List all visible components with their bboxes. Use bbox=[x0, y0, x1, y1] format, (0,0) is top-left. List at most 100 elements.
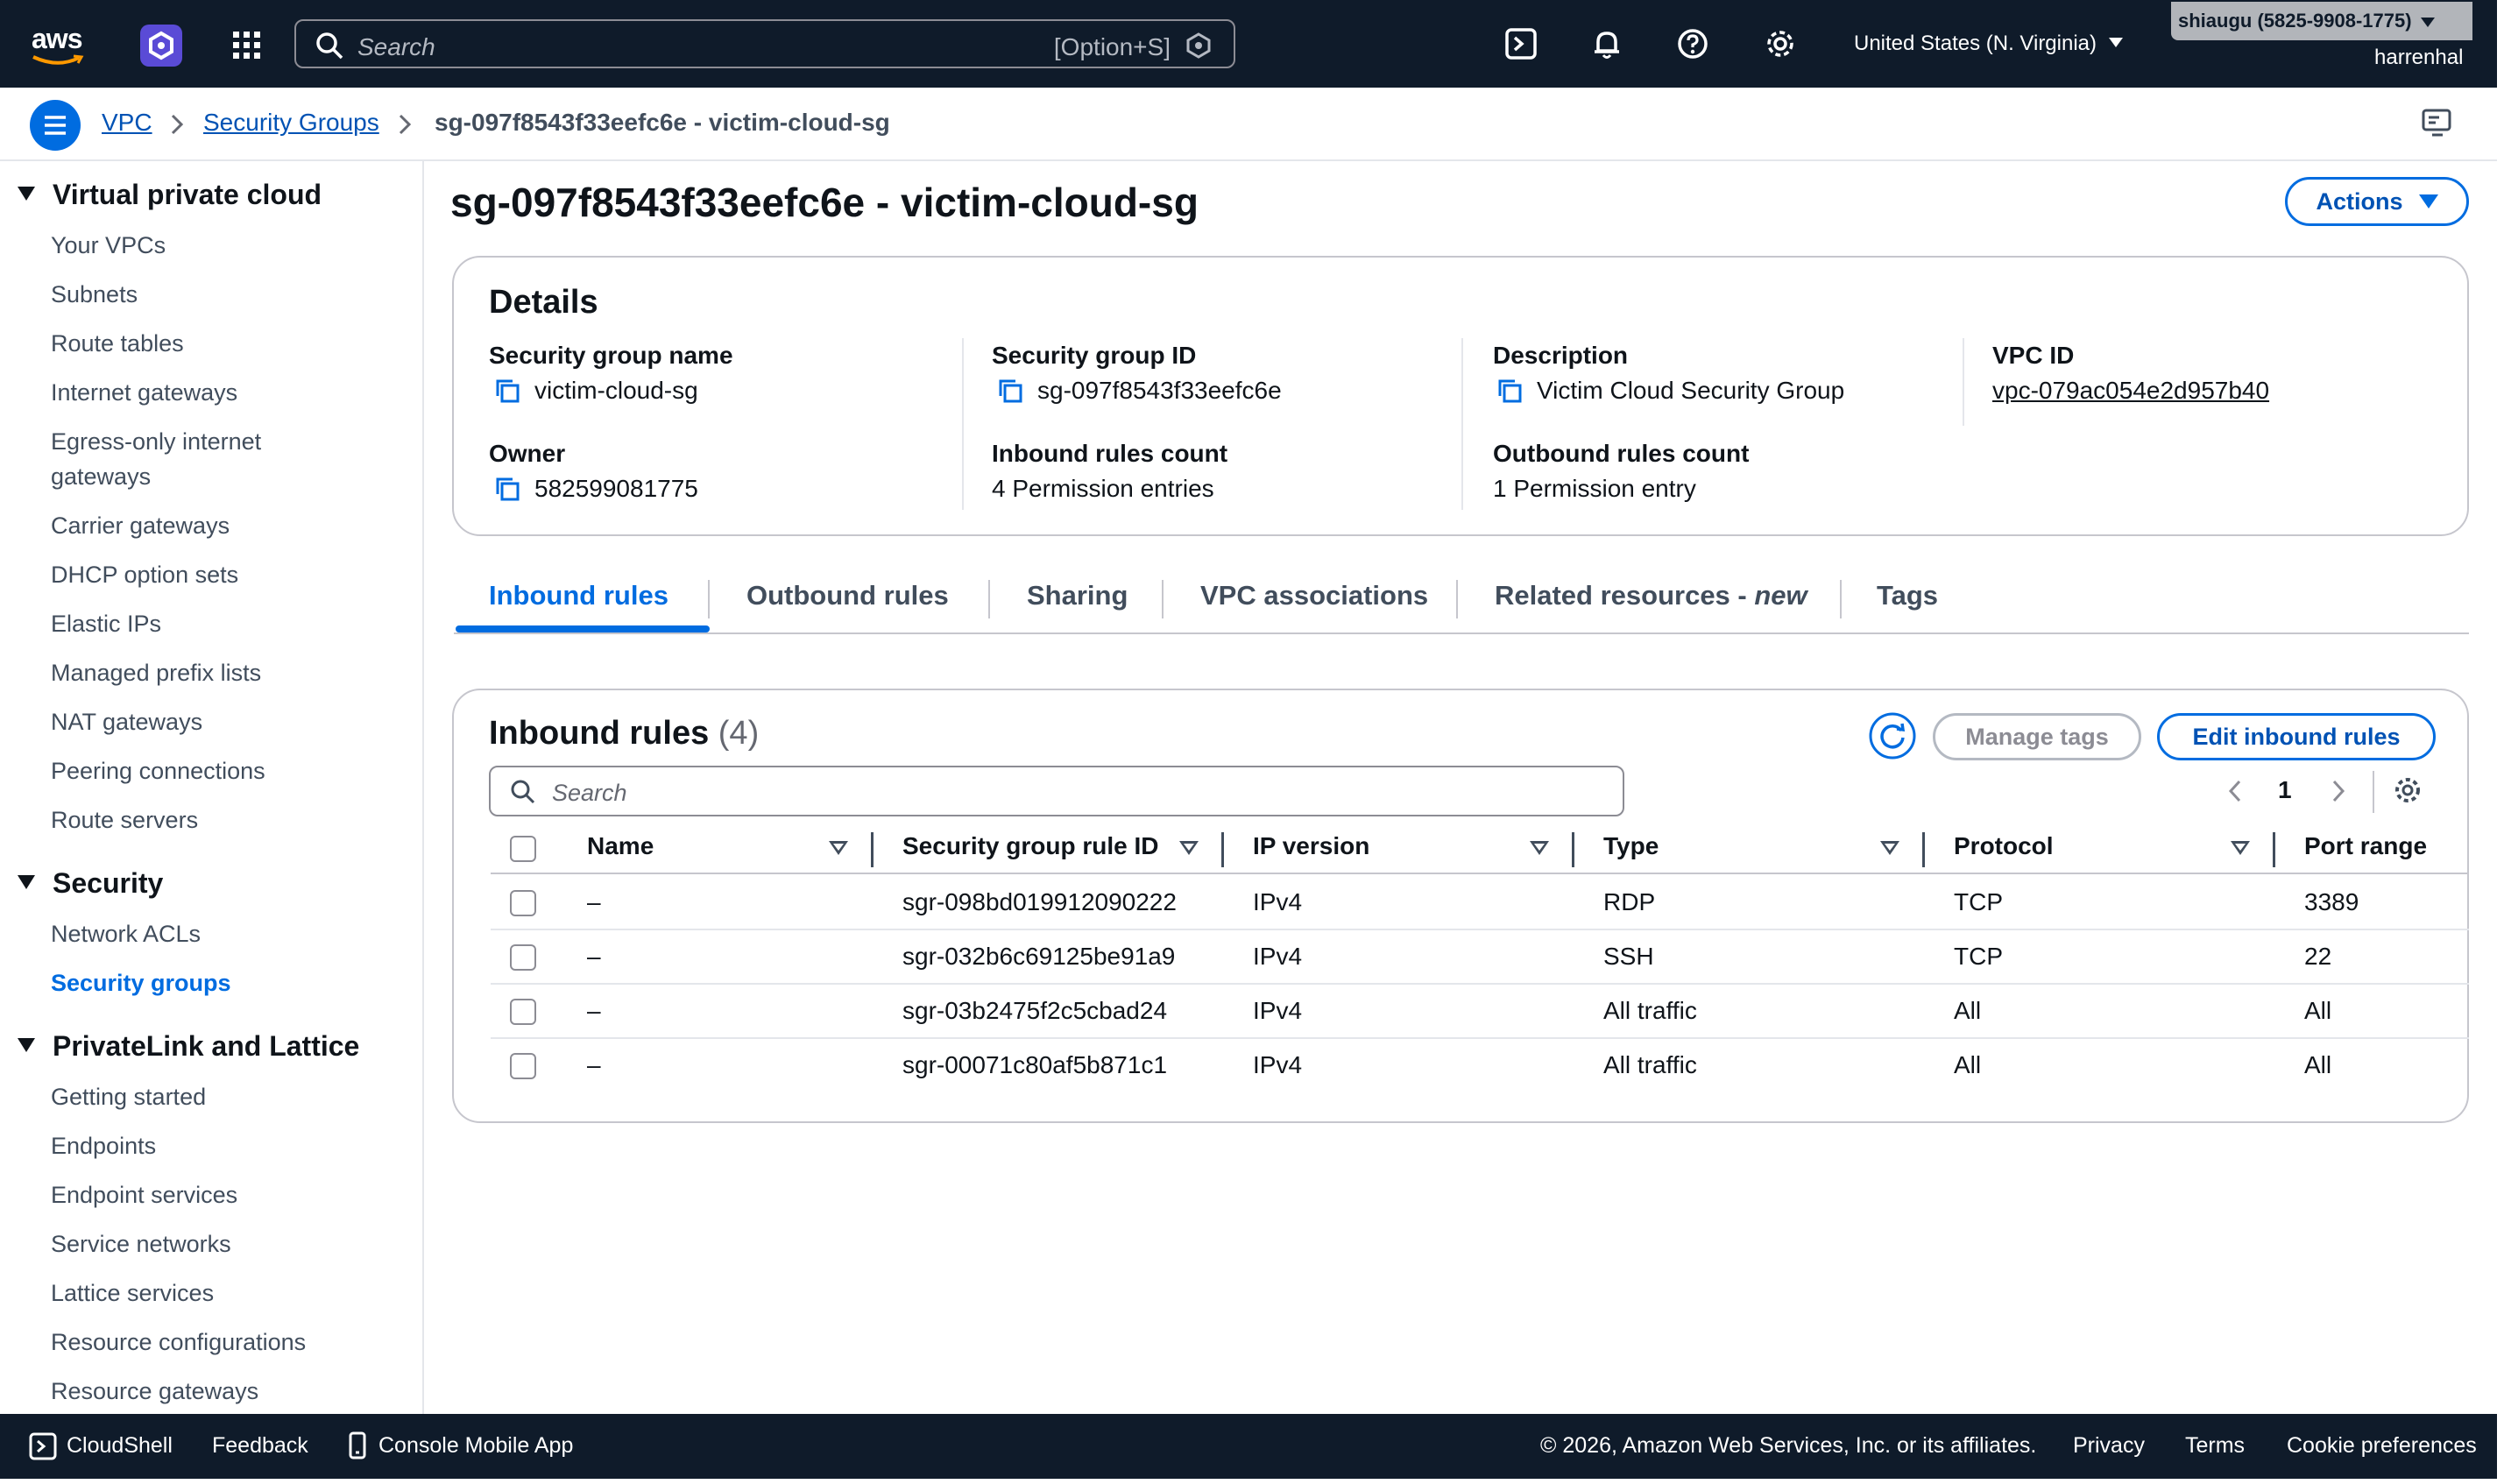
sidebar-item-resource-configurations[interactable]: Resource configurations bbox=[51, 1325, 306, 1360]
account-label: shiaugu (5825-9908-1775) bbox=[2178, 10, 2412, 32]
sidebar-item-dhcp-option-sets[interactable]: DHCP option sets bbox=[51, 557, 238, 592]
search-icon bbox=[316, 32, 343, 60]
manage-tags-button[interactable]: Manage tags bbox=[1933, 713, 2141, 760]
chevron-right-icon[interactable] bbox=[2327, 778, 2348, 804]
column-header-type[interactable]: Type bbox=[1603, 832, 1659, 860]
row-checkbox[interactable] bbox=[510, 1053, 536, 1079]
cell-port-range: All bbox=[2304, 997, 2332, 1024]
sidebar-item-internet-gateways[interactable]: Internet gateways bbox=[51, 375, 237, 410]
cell-protocol: All bbox=[1954, 997, 1982, 1024]
split-panel-icon[interactable] bbox=[2420, 105, 2455, 140]
copy-icon[interactable] bbox=[494, 378, 520, 404]
region-selector[interactable]: United States (N. Virginia) bbox=[1854, 32, 2124, 56]
username[interactable]: harrenhal bbox=[2374, 46, 2463, 70]
sidebar-item-elastic-ips[interactable]: Elastic IPs bbox=[51, 606, 161, 641]
column-header-port-range[interactable]: Port range bbox=[2304, 832, 2427, 860]
sidebar-item-subnets[interactable]: Subnets bbox=[51, 277, 138, 312]
sort-icon[interactable] bbox=[2231, 841, 2250, 855]
sidebar-item-your-vpcs[interactable]: Your VPCs bbox=[51, 228, 166, 263]
footer-mobile-app-link[interactable]: Console Mobile App bbox=[378, 1433, 573, 1459]
sidebar-item-lattice-services[interactable]: Lattice services bbox=[51, 1276, 214, 1311]
sidebar-item-endpoint-services[interactable]: Endpoint services bbox=[51, 1177, 237, 1212]
sidebar-item-security-groups[interactable]: Security groups bbox=[51, 965, 231, 1000]
tab-outbound-rules[interactable]: Outbound rules bbox=[746, 580, 949, 611]
sidebar-item-endpoints[interactable]: Endpoints bbox=[51, 1128, 156, 1163]
aws-logo[interactable]: aws bbox=[32, 23, 82, 55]
footer-privacy-link[interactable]: Privacy bbox=[2073, 1433, 2145, 1459]
notifications-bell-icon[interactable] bbox=[1589, 26, 1624, 61]
select-all-checkbox[interactable] bbox=[510, 836, 536, 862]
sidebar-item-route-servers[interactable]: Route servers bbox=[51, 802, 198, 837]
cloudshell-icon bbox=[29, 1432, 57, 1460]
vpc-id-link[interactable]: vpc-079ac054e2d957b40 bbox=[1992, 377, 2269, 405]
sidebar-item-route-tables[interactable]: Route tables bbox=[51, 326, 184, 361]
tab-vpc-associations[interactable]: VPC associations bbox=[1200, 580, 1428, 611]
actions-label: Actions bbox=[2316, 188, 2403, 215]
breadcrumb-security-groups-link[interactable]: Security Groups bbox=[203, 109, 379, 137]
copy-icon[interactable] bbox=[1496, 378, 1523, 404]
sort-icon[interactable] bbox=[829, 841, 848, 855]
sidebar-item-resource-gateways[interactable]: Resource gateways bbox=[51, 1374, 258, 1409]
pager-divider bbox=[2373, 771, 2374, 813]
service-hexagon-icon[interactable] bbox=[140, 25, 182, 67]
settings-gear-icon[interactable] bbox=[1763, 26, 1798, 61]
help-icon[interactable] bbox=[1675, 26, 1710, 61]
row-checkbox[interactable] bbox=[510, 999, 536, 1025]
sidebar-item-carrier-gateways[interactable]: Carrier gateways bbox=[51, 508, 230, 543]
footer-feedback-link[interactable]: Feedback bbox=[212, 1433, 308, 1459]
refresh-icon[interactable] bbox=[1868, 711, 1917, 760]
column-header-name[interactable]: Name bbox=[587, 832, 654, 860]
sidebar-item-managed-prefix-lists[interactable]: Managed prefix lists bbox=[51, 655, 261, 690]
actions-button[interactable]: Actions bbox=[2285, 177, 2469, 226]
sidebar-item-service-networks[interactable]: Service networks bbox=[51, 1226, 231, 1261]
footer-terms-link[interactable]: Terms bbox=[2185, 1433, 2245, 1459]
sidebar-item-nat-gateways[interactable]: NAT gateways bbox=[51, 704, 202, 739]
sidebar-item-egress-only-internet-gateways[interactable]: Egress-only internet gateways bbox=[51, 424, 261, 494]
side-nav-toggle-button[interactable] bbox=[30, 100, 81, 151]
sidebar-item-peering-connections[interactable]: Peering connections bbox=[51, 753, 265, 788]
column-resizer[interactable] bbox=[871, 832, 874, 867]
column-header-ip-version[interactable]: IP version bbox=[1253, 832, 1369, 860]
copy-icon[interactable] bbox=[494, 476, 520, 502]
tab-tags[interactable]: Tags bbox=[1877, 580, 1938, 611]
tab-inbound-rules[interactable]: Inbound rules bbox=[489, 580, 668, 611]
tab-related-resources[interactable]: Related resources - new bbox=[1495, 580, 1807, 611]
column-header-rule-id[interactable]: Security group rule ID bbox=[902, 832, 1159, 860]
owner-value: 582599081775 bbox=[494, 475, 698, 504]
sidebar-section-privatelink[interactable]: PrivateLink and Lattice bbox=[18, 1030, 359, 1063]
column-resizer[interactable] bbox=[1572, 832, 1574, 867]
current-page-number[interactable]: 1 bbox=[2278, 776, 2292, 804]
apps-grid-icon[interactable] bbox=[231, 30, 263, 61]
account-menu[interactable]: shiaugu (5825-9908-1775) bbox=[2171, 2, 2472, 40]
rules-search-input[interactable]: Search bbox=[489, 766, 1624, 816]
footer-cloudshell-link[interactable]: CloudShell bbox=[67, 1433, 173, 1459]
active-tab-indicator bbox=[456, 625, 710, 632]
details-panel: Details Security group name victim-cloud… bbox=[452, 256, 2469, 536]
inbound-rules-count: (4) bbox=[718, 715, 760, 752]
breadcrumb-vpc-link[interactable]: VPC bbox=[102, 109, 152, 137]
column-resizer[interactable] bbox=[1922, 832, 1925, 867]
edit-inbound-rules-button[interactable]: Edit inbound rules bbox=[2157, 713, 2436, 760]
copy-icon[interactable] bbox=[997, 378, 1023, 404]
preferences-gear-icon[interactable] bbox=[2392, 774, 2423, 806]
sidebar-section-security[interactable]: Security bbox=[18, 867, 163, 900]
column-header-protocol[interactable]: Protocol bbox=[1954, 832, 2054, 860]
tab-sharing[interactable]: Sharing bbox=[1027, 580, 1128, 611]
footer-cookie-preferences-link[interactable]: Cookie preferences bbox=[2287, 1433, 2477, 1459]
sidebar-item-network-acls[interactable]: Network ACLs bbox=[51, 916, 201, 951]
sort-icon[interactable] bbox=[1179, 841, 1199, 855]
sidebar-item-getting-started[interactable]: Getting started bbox=[51, 1079, 206, 1114]
cloudshell-icon[interactable] bbox=[1503, 26, 1538, 61]
header-divider bbox=[491, 873, 2469, 874]
cell-type: SSH bbox=[1603, 943, 1654, 970]
global-search-input[interactable]: Search [Option+S] bbox=[294, 19, 1235, 68]
row-checkbox[interactable] bbox=[510, 890, 536, 916]
row-checkbox[interactable] bbox=[510, 944, 536, 971]
cell-name: – bbox=[587, 888, 601, 915]
sort-icon[interactable] bbox=[1880, 841, 1899, 855]
chevron-left-icon[interactable] bbox=[2225, 778, 2246, 804]
sidebar-section-vpc[interactable]: Virtual private cloud bbox=[18, 179, 322, 211]
column-resizer[interactable] bbox=[1221, 832, 1224, 867]
sort-icon[interactable] bbox=[1530, 841, 1549, 855]
column-resizer[interactable] bbox=[2273, 832, 2275, 867]
